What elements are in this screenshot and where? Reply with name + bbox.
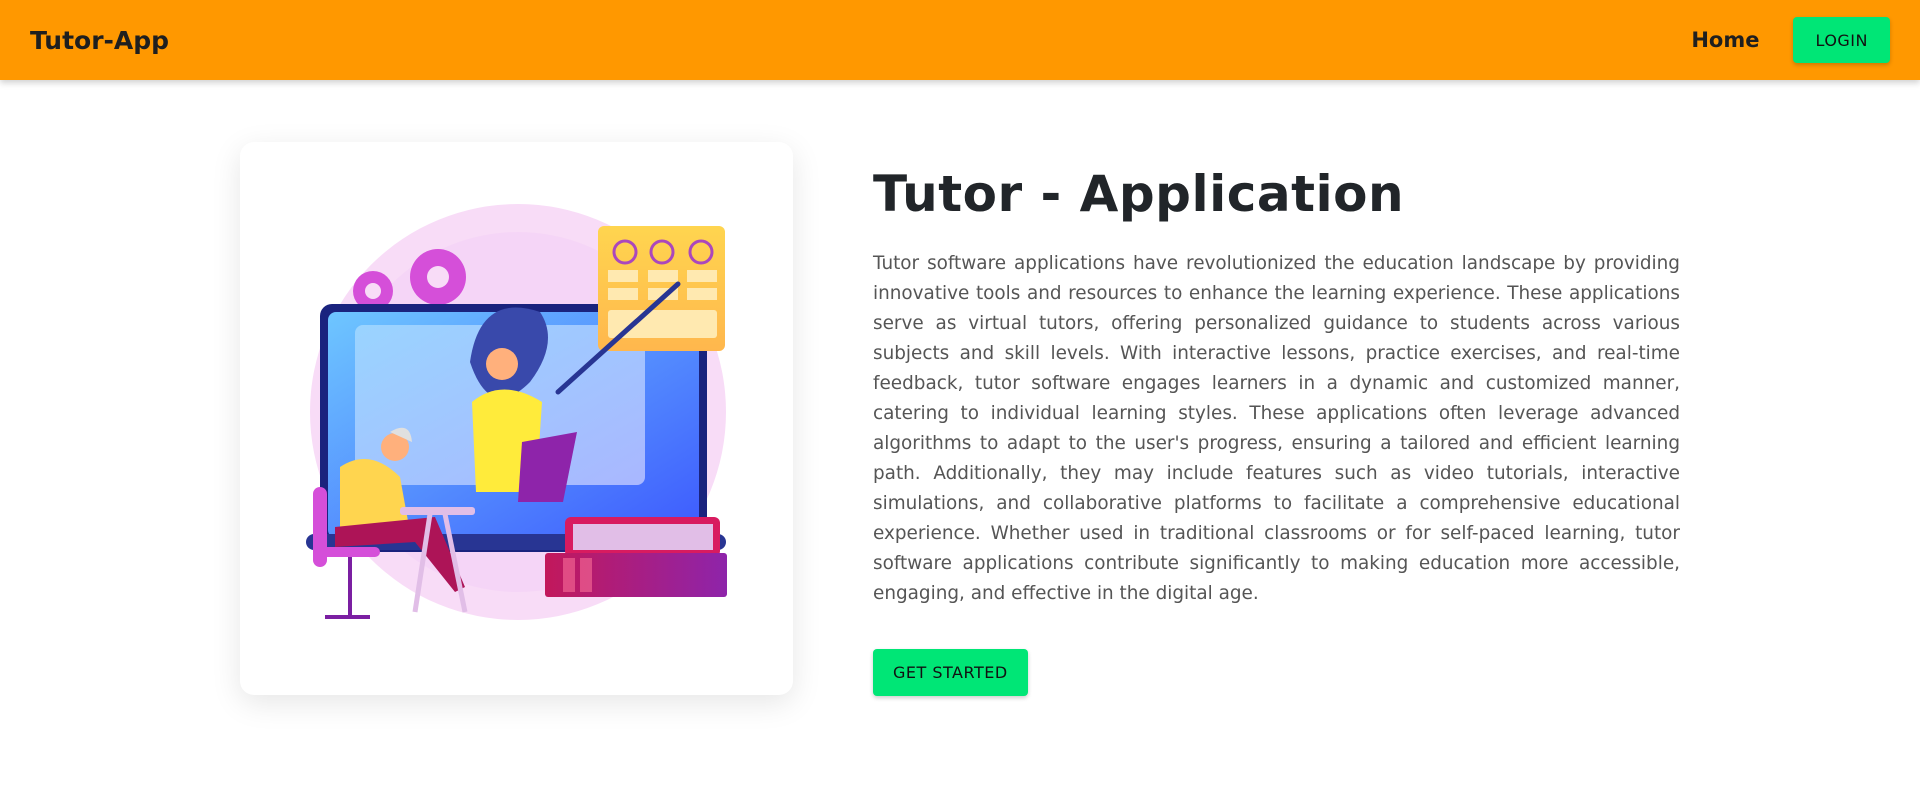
hero-description: Tutor software applications have revolut… (873, 253, 1680, 604)
brand-logo[interactable]: Tutor-App (30, 26, 169, 55)
illustration-card (240, 142, 793, 695)
nav-right: Home LOGIN (1691, 17, 1890, 63)
nav-link-home[interactable]: Home (1691, 28, 1759, 52)
hero-content: Tutor - Application Tutor software appli… (873, 165, 1680, 696)
get-started-button[interactable]: GET STARTED (873, 649, 1028, 696)
page-title: Tutor - Application (873, 165, 1405, 223)
navbar: Tutor-App Home LOGIN (0, 0, 1920, 80)
online-tutor-illustration (306, 204, 727, 620)
login-button[interactable]: LOGIN (1793, 17, 1890, 63)
